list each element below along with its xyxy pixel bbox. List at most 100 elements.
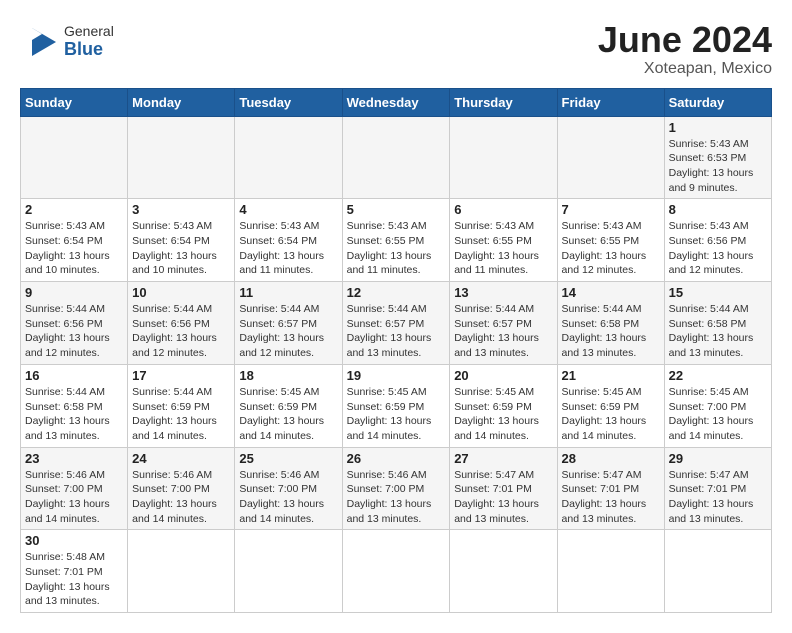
weekday-header-thursday: Thursday	[450, 88, 557, 116]
day-number: 27	[454, 451, 552, 466]
calendar-cell: 21Sunrise: 5:45 AMSunset: 6:59 PMDayligh…	[557, 364, 664, 447]
calendar-cell	[664, 530, 771, 613]
calendar-cell	[557, 530, 664, 613]
day-number: 2	[25, 202, 123, 217]
day-number: 8	[669, 202, 767, 217]
day-number: 6	[454, 202, 552, 217]
day-number: 14	[562, 285, 660, 300]
day-number: 15	[669, 285, 767, 300]
location-title: Xoteapan, Mexico	[598, 60, 772, 78]
day-number: 25	[239, 451, 337, 466]
day-number: 22	[669, 368, 767, 383]
day-info: Sunrise: 5:45 AMSunset: 6:59 PMDaylight:…	[239, 385, 337, 444]
day-info: Sunrise: 5:46 AMSunset: 7:00 PMDaylight:…	[347, 468, 446, 527]
calendar-week-6: 30 Sunrise: 5:48 AMSunset: 7:01 PMDayligh…	[21, 530, 772, 613]
day-number: 23	[25, 451, 123, 466]
day-number: 30	[25, 533, 123, 548]
logo-blue-text: Blue	[64, 40, 114, 60]
day-info: Sunrise: 5:47 AMSunset: 7:01 PMDaylight:…	[562, 468, 660, 527]
calendar-cell: 27Sunrise: 5:47 AMSunset: 7:01 PMDayligh…	[450, 447, 557, 530]
calendar-cell	[235, 116, 342, 199]
day-info: Sunrise: 5:46 AMSunset: 7:00 PMDaylight:…	[132, 468, 230, 527]
day-number: 26	[347, 451, 446, 466]
calendar-week-2: 2 Sunrise: 5:43 AMSunset: 6:54 PMDaylight…	[21, 199, 772, 282]
calendar-cell: 6 Sunrise: 5:43 AMSunset: 6:55 PMDaylight…	[450, 199, 557, 282]
month-title: June 2024	[598, 20, 772, 60]
day-info: Sunrise: 5:44 AMSunset: 6:56 PMDaylight:…	[132, 302, 230, 361]
logo: General Blue	[20, 20, 114, 64]
day-info: Sunrise: 5:43 AMSunset: 6:54 PMDaylight:…	[25, 219, 123, 278]
calendar-cell: 3 Sunrise: 5:43 AMSunset: 6:54 PMDaylight…	[128, 199, 235, 282]
calendar-cell: 5 Sunrise: 5:43 AMSunset: 6:55 PMDaylight…	[342, 199, 450, 282]
calendar-cell	[342, 116, 450, 199]
calendar-cell: 11 Sunrise: 5:44 AMSunset: 6:57 PMDayligh…	[235, 282, 342, 365]
day-info: Sunrise: 5:43 AMSunset: 6:54 PMDaylight:…	[132, 219, 230, 278]
day-info: Sunrise: 5:48 AMSunset: 7:01 PMDaylight:…	[25, 550, 123, 609]
day-number: 19	[347, 368, 446, 383]
calendar-body: 1Sunrise: 5:43 AMSunset: 6:53 PMDaylight…	[21, 116, 772, 613]
weekday-header-saturday: Saturday	[664, 88, 771, 116]
calendar-cell: 19Sunrise: 5:45 AMSunset: 6:59 PMDayligh…	[342, 364, 450, 447]
header-row: SundayMondayTuesdayWednesdayThursdayFrid…	[21, 88, 772, 116]
day-info: Sunrise: 5:43 AMSunset: 6:55 PMDaylight:…	[562, 219, 660, 278]
calendar-cell: 18 Sunrise: 5:45 AMSunset: 6:59 PMDayligh…	[235, 364, 342, 447]
calendar-cell: 23 Sunrise: 5:46 AMSunset: 7:00 PMDayligh…	[21, 447, 128, 530]
calendar-header: SundayMondayTuesdayWednesdayThursdayFrid…	[21, 88, 772, 116]
calendar-cell: 29 Sunrise: 5:47 AMSunset: 7:01 PMDayligh…	[664, 447, 771, 530]
day-number: 5	[347, 202, 446, 217]
day-number: 7	[562, 202, 660, 217]
day-number: 9	[25, 285, 123, 300]
calendar-cell: 30 Sunrise: 5:48 AMSunset: 7:01 PMDayligh…	[21, 530, 128, 613]
day-info: Sunrise: 5:47 AMSunset: 7:01 PMDaylight:…	[669, 468, 767, 527]
calendar-week-1: 1Sunrise: 5:43 AMSunset: 6:53 PMDaylight…	[21, 116, 772, 199]
day-info: Sunrise: 5:44 AMSunset: 6:59 PMDaylight:…	[132, 385, 230, 444]
weekday-header-sunday: Sunday	[21, 88, 128, 116]
calendar-cell: 8 Sunrise: 5:43 AMSunset: 6:56 PMDaylight…	[664, 199, 771, 282]
calendar-cell	[128, 116, 235, 199]
calendar-cell: 10 Sunrise: 5:44 AMSunset: 6:56 PMDayligh…	[128, 282, 235, 365]
day-number: 11	[239, 285, 337, 300]
day-number: 10	[132, 285, 230, 300]
day-info: Sunrise: 5:44 AMSunset: 6:58 PMDaylight:…	[562, 302, 660, 361]
calendar-cell: 14 Sunrise: 5:44 AMSunset: 6:58 PMDayligh…	[557, 282, 664, 365]
calendar-cell	[235, 530, 342, 613]
calendar-cell: 16Sunrise: 5:44 AMSunset: 6:58 PMDayligh…	[21, 364, 128, 447]
calendar-cell: 9 Sunrise: 5:44 AMSunset: 6:56 PMDaylight…	[21, 282, 128, 365]
day-number: 28	[562, 451, 660, 466]
day-number: 17	[132, 368, 230, 383]
calendar-cell: 17 Sunrise: 5:44 AMSunset: 6:59 PMDayligh…	[128, 364, 235, 447]
day-info: Sunrise: 5:45 AMSunset: 6:59 PMDaylight:…	[454, 385, 552, 444]
day-number: 13	[454, 285, 552, 300]
calendar-cell: 20Sunrise: 5:45 AMSunset: 6:59 PMDayligh…	[450, 364, 557, 447]
day-number: 18	[239, 368, 337, 383]
calendar-cell: 25 Sunrise: 5:46 AMSunset: 7:00 PMDayligh…	[235, 447, 342, 530]
day-info: Sunrise: 5:44 AMSunset: 6:58 PMDaylight:…	[669, 302, 767, 361]
day-info: Sunrise: 5:43 AMSunset: 6:53 PMDaylight:…	[669, 137, 767, 196]
logo-icon	[20, 20, 64, 64]
calendar-cell: 24 Sunrise: 5:46 AMSunset: 7:00 PMDayligh…	[128, 447, 235, 530]
weekday-header-friday: Friday	[557, 88, 664, 116]
title-area: June 2024 Xoteapan, Mexico	[598, 20, 772, 78]
day-info: Sunrise: 5:43 AMSunset: 6:56 PMDaylight:…	[669, 219, 767, 278]
calendar-cell	[557, 116, 664, 199]
day-info: Sunrise: 5:44 AMSunset: 6:57 PMDaylight:…	[239, 302, 337, 361]
day-info: Sunrise: 5:45 AMSunset: 7:00 PMDaylight:…	[669, 385, 767, 444]
calendar-cell	[128, 530, 235, 613]
weekday-header-monday: Monday	[128, 88, 235, 116]
day-info: Sunrise: 5:44 AMSunset: 6:56 PMDaylight:…	[25, 302, 123, 361]
calendar-cell: 26 Sunrise: 5:46 AMSunset: 7:00 PMDayligh…	[342, 447, 450, 530]
day-info: Sunrise: 5:46 AMSunset: 7:00 PMDaylight:…	[25, 468, 123, 527]
day-number: 3	[132, 202, 230, 217]
calendar-week-5: 23 Sunrise: 5:46 AMSunset: 7:00 PMDayligh…	[21, 447, 772, 530]
day-number: 29	[669, 451, 767, 466]
day-number: 24	[132, 451, 230, 466]
day-number: 16	[25, 368, 123, 383]
day-info: Sunrise: 5:46 AMSunset: 7:00 PMDaylight:…	[239, 468, 337, 527]
day-info: Sunrise: 5:43 AMSunset: 6:55 PMDaylight:…	[454, 219, 552, 278]
day-info: Sunrise: 5:43 AMSunset: 6:55 PMDaylight:…	[347, 219, 446, 278]
day-info: Sunrise: 5:43 AMSunset: 6:54 PMDaylight:…	[239, 219, 337, 278]
weekday-header-tuesday: Tuesday	[235, 88, 342, 116]
calendar-cell	[450, 530, 557, 613]
calendar-cell: 1Sunrise: 5:43 AMSunset: 6:53 PMDaylight…	[664, 116, 771, 199]
day-info: Sunrise: 5:45 AMSunset: 6:59 PMDaylight:…	[562, 385, 660, 444]
